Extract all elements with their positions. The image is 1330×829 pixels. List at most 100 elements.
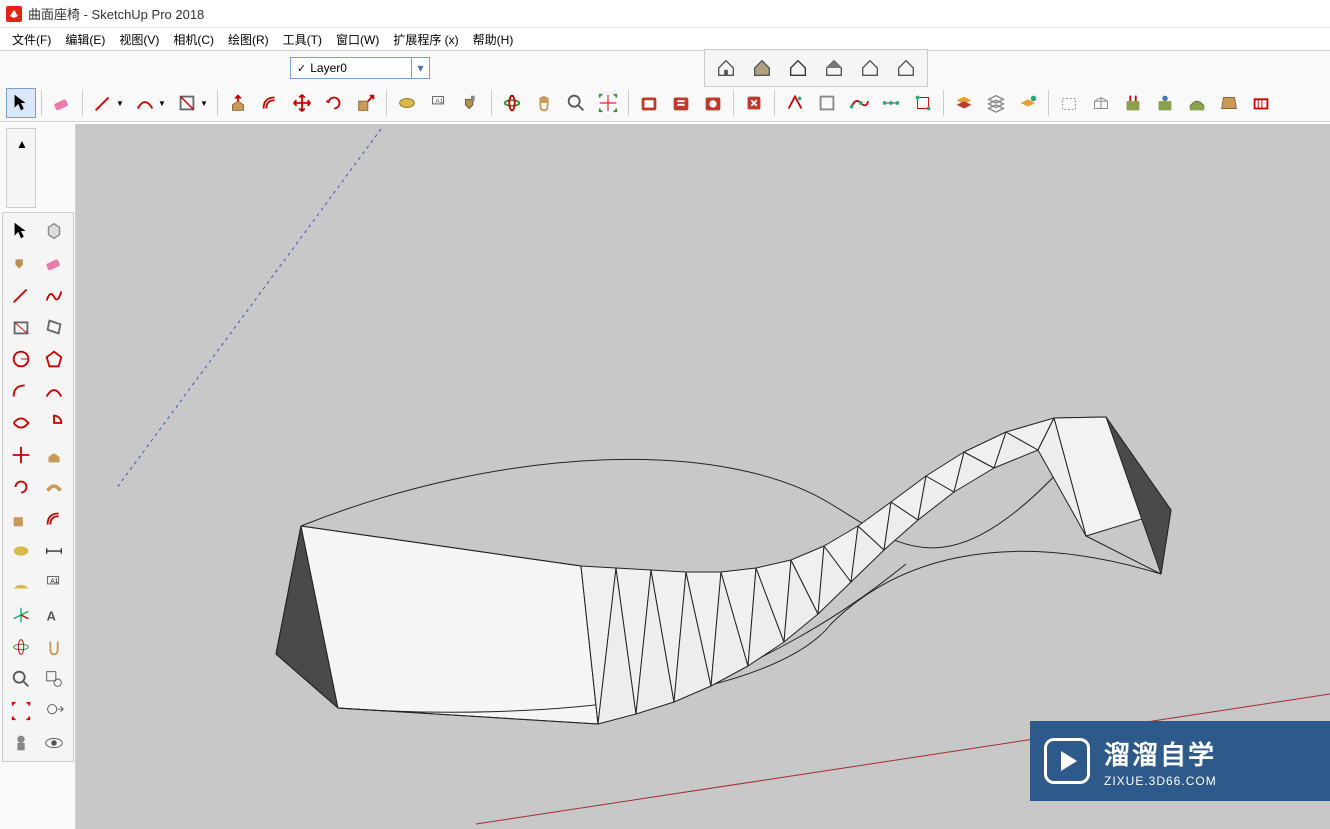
lt-zoomwin-icon[interactable] <box>39 664 69 694</box>
lt-scale-icon[interactable] <box>6 504 36 534</box>
lt-orbit-icon[interactable] <box>6 632 36 662</box>
lt-offset-icon[interactable] <box>39 504 69 534</box>
menu-draw[interactable]: 绘图(R) <box>222 29 275 50</box>
sandbox-2-icon[interactable] <box>1086 88 1116 118</box>
sandbox-5-icon[interactable] <box>1182 88 1212 118</box>
lt-dimension-icon[interactable] <box>39 536 69 566</box>
lt-pan-icon[interactable] <box>39 632 69 662</box>
separator <box>386 90 387 116</box>
orbit-tool[interactable] <box>497 88 527 118</box>
extension-1-icon[interactable] <box>739 88 769 118</box>
sandbox-1-icon[interactable] <box>1054 88 1084 118</box>
separator <box>217 90 218 116</box>
lt-zoomext-icon[interactable] <box>6 696 36 726</box>
separator <box>1048 90 1049 116</box>
scene-3-icon[interactable] <box>783 53 813 83</box>
lt-zoom-icon[interactable] <box>6 664 36 694</box>
zoom-extents-tool[interactable] <box>593 88 623 118</box>
watermark-sub: ZIXUE.3D66.COM <box>1104 774 1217 788</box>
separator <box>774 90 775 116</box>
select-tool[interactable] <box>6 88 36 118</box>
shape-tool[interactable]: ▼ <box>172 88 212 118</box>
lt-component-icon[interactable] <box>39 216 69 246</box>
lt-paint-icon[interactable] <box>6 248 36 278</box>
offset-tool[interactable] <box>255 88 285 118</box>
sandbox-4-icon[interactable] <box>1150 88 1180 118</box>
text-tool[interactable]: A1 <box>424 88 454 118</box>
menu-tools[interactable]: 工具(T) <box>277 29 328 50</box>
layers-2-icon[interactable] <box>981 88 1011 118</box>
scene-2-icon[interactable] <box>747 53 777 83</box>
viewport[interactable]: 溜溜自学 ZIXUE.3D66.COM <box>76 124 1330 829</box>
arc-tool[interactable]: ▼ <box>130 88 170 118</box>
scene-5-icon[interactable] <box>855 53 885 83</box>
lt-pushpull-icon[interactable] <box>39 440 69 470</box>
warehouse-3-icon[interactable] <box>698 88 728 118</box>
layers-1-icon[interactable] <box>949 88 979 118</box>
menu-view[interactable]: 视图(V) <box>113 29 165 50</box>
sandbox-7-icon[interactable] <box>1246 88 1276 118</box>
separator <box>733 90 734 116</box>
lt-followme-icon[interactable] <box>39 472 69 502</box>
left-toolbars: ▲ A1 A <box>0 124 76 829</box>
menu-extensions[interactable]: 扩展程序 (x) <box>387 29 464 50</box>
plugin-e-icon[interactable] <box>908 88 938 118</box>
menu-window[interactable]: 窗口(W) <box>330 29 385 50</box>
menu-camera[interactable]: 相机(C) <box>167 29 220 50</box>
menu-help[interactable]: 帮助(H) <box>467 29 520 50</box>
lt-tape-icon[interactable] <box>6 536 36 566</box>
scene-6-icon[interactable] <box>891 53 921 83</box>
lt-rotrect-icon[interactable] <box>39 312 69 342</box>
move-tool[interactable] <box>287 88 317 118</box>
select-small-icon[interactable]: ▲ <box>10 132 34 156</box>
sandbox-6-icon[interactable] <box>1214 88 1244 118</box>
chevron-down-icon[interactable]: ▾ <box>411 58 429 78</box>
scene-4-icon[interactable] <box>819 53 849 83</box>
lt-axes-icon[interactable] <box>6 600 36 630</box>
separator <box>628 90 629 116</box>
lt-rect-icon[interactable] <box>6 312 36 342</box>
tape-tool[interactable] <box>392 88 422 118</box>
sandbox-3-icon[interactable] <box>1118 88 1148 118</box>
lt-circle-icon[interactable] <box>6 344 36 374</box>
lt-protractor-icon[interactable] <box>6 568 36 598</box>
plugin-d-icon[interactable] <box>876 88 906 118</box>
lt-pie-icon[interactable] <box>39 408 69 438</box>
warehouse-2-icon[interactable] <box>666 88 696 118</box>
warehouse-1-icon[interactable] <box>634 88 664 118</box>
layer-dropdown[interactable]: ✓ Layer0 ▾ <box>290 57 430 79</box>
menu-edit[interactable]: 编辑(E) <box>59 29 111 50</box>
lt-move-icon[interactable] <box>6 440 36 470</box>
lt-arc-icon[interactable] <box>6 376 36 406</box>
eraser-tool[interactable] <box>47 88 77 118</box>
zoom-tool[interactable] <box>561 88 591 118</box>
lt-polygon-icon[interactable] <box>39 344 69 374</box>
check-icon: ✓ <box>297 62 306 75</box>
lt-line-icon[interactable] <box>6 280 36 310</box>
pushpull-tool[interactable] <box>223 88 253 118</box>
line-tool[interactable]: ▼ <box>88 88 128 118</box>
lt-look-icon[interactable] <box>39 728 69 758</box>
lt-text-icon[interactable]: A1 <box>39 568 69 598</box>
pan-tool[interactable] <box>529 88 559 118</box>
plugin-b-icon[interactable] <box>812 88 842 118</box>
lt-position-icon[interactable] <box>6 728 36 758</box>
menu-file[interactable]: 文件(F) <box>6 29 57 50</box>
lt-freehand-icon[interactable] <box>39 280 69 310</box>
lt-3parc-icon[interactable] <box>6 408 36 438</box>
scale-tool[interactable] <box>351 88 381 118</box>
lt-select-icon[interactable] <box>6 216 36 246</box>
lt-prev-icon[interactable] <box>39 696 69 726</box>
rotate-tool[interactable] <box>319 88 349 118</box>
lt-3dtext-icon[interactable]: A <box>39 600 69 630</box>
layers-3-icon[interactable] <box>1013 88 1043 118</box>
plugin-c-icon[interactable] <box>844 88 874 118</box>
paint-tool[interactable] <box>456 88 486 118</box>
lt-rotate-icon[interactable] <box>6 472 36 502</box>
lt-2parc-icon[interactable] <box>39 376 69 406</box>
scene-1-icon[interactable] <box>711 53 741 83</box>
separator <box>943 90 944 116</box>
plugin-a-icon[interactable] <box>780 88 810 118</box>
lt-eraser-icon[interactable] <box>39 248 69 278</box>
watermark: 溜溜自学 ZIXUE.3D66.COM <box>1030 721 1330 801</box>
